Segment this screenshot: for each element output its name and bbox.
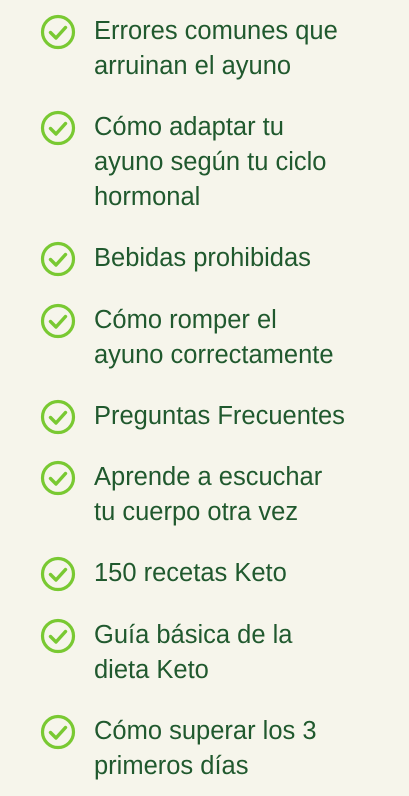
list-item-label: Bebidas prohibidas bbox=[94, 244, 311, 272]
check-circle-icon bbox=[40, 241, 76, 277]
check-circle-icon bbox=[40, 556, 76, 592]
check-circle-icon bbox=[40, 303, 76, 339]
feature-checklist: Errores comunes que arruinan el ayuno Có… bbox=[0, 0, 409, 796]
list-item-label: Cómo adaptar tu ayuno según tu ciclo hor… bbox=[94, 113, 327, 211]
check-circle-icon bbox=[40, 714, 76, 750]
list-item-label: Aprende a escuchar tu cuerpo otra vez bbox=[94, 463, 323, 526]
list-item-label: Errores comunes que arruinan el ayuno bbox=[94, 17, 338, 80]
list-item-label: Cómo romper el ayuno correctamente bbox=[94, 306, 334, 369]
check-circle-icon bbox=[40, 618, 76, 654]
check-circle-icon bbox=[40, 14, 76, 50]
check-circle-icon bbox=[40, 460, 76, 496]
list-item-label: 150 recetas Keto bbox=[94, 559, 287, 587]
check-circle-icon bbox=[40, 110, 76, 146]
list-item-label: Cómo superar los 3 primeros días bbox=[94, 717, 317, 780]
check-circle-icon bbox=[40, 399, 76, 435]
list-item-label: Guía básica de la dieta Keto bbox=[94, 621, 293, 684]
list-item-label: Preguntas Frecuentes bbox=[94, 402, 345, 430]
